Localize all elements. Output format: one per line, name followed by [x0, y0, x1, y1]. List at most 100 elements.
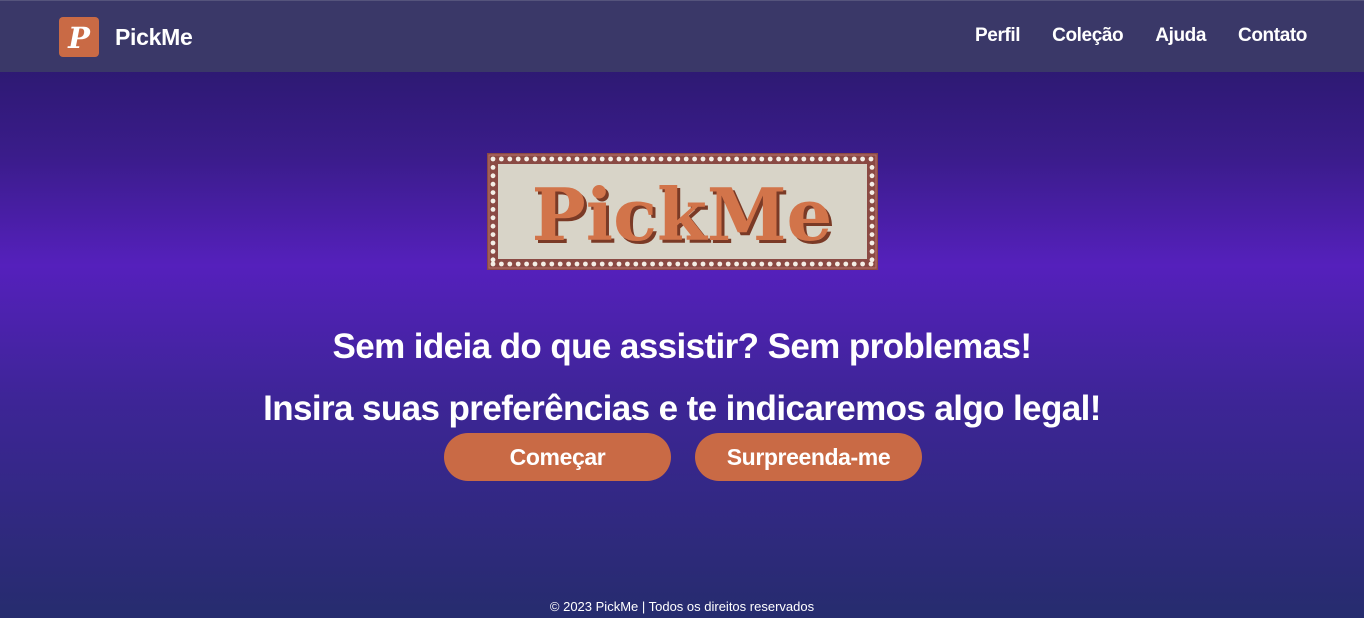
marquee-bulb — [759, 261, 765, 267]
marquee-bulb — [869, 240, 875, 246]
marquee-bulb — [868, 261, 874, 267]
marquee-bulb — [599, 261, 605, 267]
marquee-bulb — [776, 261, 781, 267]
marquee-bulb — [826, 261, 832, 267]
marquee-bulb — [641, 261, 647, 267]
marquee-bulb — [843, 261, 849, 267]
marquee-bulb — [490, 215, 496, 221]
brand-logo-icon[interactable]: P — [59, 17, 99, 57]
marquee-bulb — [709, 261, 714, 267]
marquee-bulb — [532, 261, 538, 267]
marquee-bulb — [566, 261, 571, 267]
marquee-bulb — [650, 261, 655, 267]
marquee-bulb — [524, 156, 529, 162]
nav-link-colecao[interactable]: Coleção — [1052, 25, 1124, 47]
marquee-bulb — [869, 207, 875, 212]
marquee-bulb — [591, 261, 597, 267]
brand-name[interactable]: PickMe — [115, 24, 193, 51]
navbar: P PickMe Perfil Coleção Ajuda Contato — [0, 0, 1364, 72]
marquee-bulb — [700, 261, 706, 267]
marquee-bulb — [869, 165, 875, 170]
marquee-bulb — [801, 261, 807, 267]
marquee-bulb — [490, 257, 496, 263]
start-button[interactable]: Começar — [444, 433, 671, 481]
marquee-bulb — [557, 156, 563, 162]
marquee-bulb — [809, 156, 815, 162]
marquee-bulb — [608, 261, 613, 267]
marquee-bulb — [490, 198, 496, 204]
marquee-bulb — [490, 249, 496, 254]
marquee-bulb — [818, 261, 823, 267]
headline-line-1: Sem ideia do que assistir? Sem problemas… — [332, 327, 1033, 367]
marquee-bulb — [860, 156, 865, 162]
marquee-bulb — [616, 156, 622, 162]
marquee-bulb — [675, 261, 681, 267]
marquee-bulb — [826, 156, 832, 162]
marquee-bulb — [507, 156, 513, 162]
marquee-bulb — [515, 261, 521, 267]
marquee-bulb — [490, 240, 496, 246]
marquee-bulb — [843, 156, 849, 162]
marquee-bulb — [742, 261, 748, 267]
marquee-bulb — [583, 261, 588, 267]
marquee-bulb — [793, 261, 798, 267]
marquee-bulb — [549, 156, 555, 162]
marquee-bulb — [490, 156, 496, 162]
marquee-bulb — [742, 156, 748, 162]
marquee-bulb — [490, 181, 496, 187]
marquee-bulb — [574, 261, 580, 267]
marquee-bulb — [801, 156, 807, 162]
marquee-bulb — [667, 156, 672, 162]
marquee-bulb — [658, 156, 664, 162]
marquee-bulb — [869, 232, 875, 237]
marquee-bulb — [683, 156, 689, 162]
marquee-bulb — [869, 257, 875, 263]
footer-copyright: © 2023 PickMe | Todos os direitos reserv… — [549, 599, 815, 614]
marquee-bulb — [633, 261, 639, 267]
marquee-bulb — [767, 261, 773, 267]
marquee-bulb — [675, 156, 681, 162]
marquee-bulb — [633, 156, 639, 162]
marquee-bulb — [717, 261, 723, 267]
marquee-bulb — [851, 261, 857, 267]
marquee-bulb — [625, 261, 630, 267]
marquee-bulb — [751, 156, 756, 162]
marquee-bulb — [734, 261, 739, 267]
marquee-bulb — [490, 165, 496, 170]
marquee-bulb — [869, 215, 875, 221]
marquee-bulb — [541, 261, 546, 267]
marquee-bulb — [767, 156, 773, 162]
marquee-bulb — [751, 261, 756, 267]
marquee-bulb — [557, 261, 563, 267]
marquee-bulb — [860, 261, 865, 267]
nav-link-perfil[interactable]: Perfil — [975, 25, 1021, 47]
marquee-bulb — [650, 156, 655, 162]
marquee-bulb — [709, 156, 714, 162]
marquee-bulb — [869, 249, 875, 254]
marquee-bulb — [692, 156, 697, 162]
surprise-me-button[interactable]: Surpreenda-me — [695, 433, 922, 481]
marquee-bulb — [616, 261, 622, 267]
marquee-bulb — [869, 181, 875, 187]
nav-link-ajuda[interactable]: Ajuda — [1155, 25, 1206, 47]
marquee-bulb — [818, 156, 823, 162]
marquee-bulb — [599, 156, 605, 162]
marquee-bulb — [725, 156, 731, 162]
marquee-bulb — [583, 156, 588, 162]
nav-link-contato[interactable]: Contato — [1238, 25, 1307, 47]
marquee-bulb — [869, 190, 875, 195]
marquee-logo-image: PickMe PickMe — [487, 153, 878, 270]
marquee-bulb — [591, 156, 597, 162]
marquee-bulb — [835, 261, 840, 267]
marquee-bulb — [541, 156, 546, 162]
brand[interactable]: P PickMe — [59, 17, 193, 57]
marquee-bulb — [869, 223, 875, 229]
marquee-bulb — [717, 156, 723, 162]
marquee-bulb — [835, 156, 840, 162]
marquee-bulb — [700, 156, 706, 162]
marquee-bulb — [499, 261, 504, 267]
marquee-bulb — [490, 261, 496, 267]
marquee-bulb — [683, 261, 689, 267]
marquee-bulb — [490, 190, 496, 195]
marquee-bulb — [515, 156, 521, 162]
